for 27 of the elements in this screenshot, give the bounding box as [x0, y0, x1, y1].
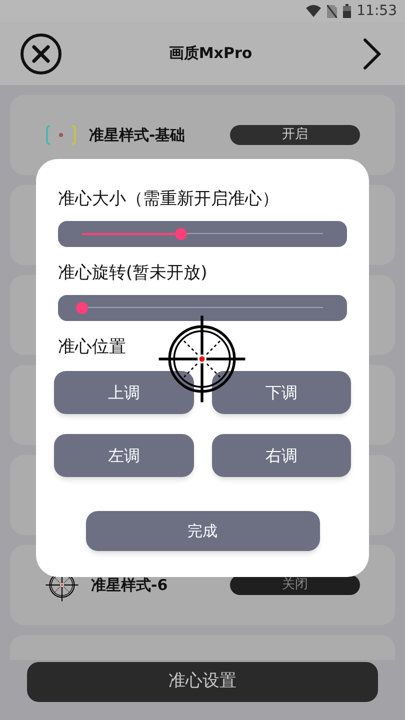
wifi-icon: [306, 5, 321, 17]
adjust-button[interactable]: 右调: [212, 434, 351, 477]
page-title: 画质MxPro: [168, 43, 254, 64]
adjust-button[interactable]: 上调: [54, 371, 194, 414]
slider[interactable]: [58, 295, 347, 321]
slider-label: 准心旋转(暂未开放): [58, 262, 208, 285]
crosshair-preview-icon: [157, 314, 247, 404]
battery-icon: [342, 4, 351, 18]
crosshair-settings-button[interactable]: 准心设置: [27, 662, 378, 702]
position-label: 准心位置: [58, 336, 127, 359]
style-label: 准星样式-6: [91, 574, 168, 596]
chevron-right-icon: [363, 38, 381, 70]
done-button[interactable]: 完成: [86, 511, 320, 551]
toggle-button[interactable]: 开启: [230, 125, 360, 145]
clock: 11:53: [356, 2, 397, 20]
crosshair-icon: [45, 124, 77, 146]
close-icon: [20, 32, 62, 74]
adjust-button[interactable]: 左调: [54, 434, 194, 477]
adjust-button[interactable]: 下调: [212, 371, 351, 414]
no-sim-icon: [326, 4, 337, 18]
slider-thumb[interactable]: [174, 228, 187, 240]
close-button[interactable]: [20, 32, 62, 74]
toggle-button[interactable]: 关闭: [230, 575, 360, 595]
slider-label: 准心大小（需重新开启准心）: [58, 188, 280, 211]
style-label: 准星样式-基础: [89, 124, 186, 146]
slider[interactable]: [58, 221, 347, 247]
slider-thumb[interactable]: [76, 302, 88, 314]
